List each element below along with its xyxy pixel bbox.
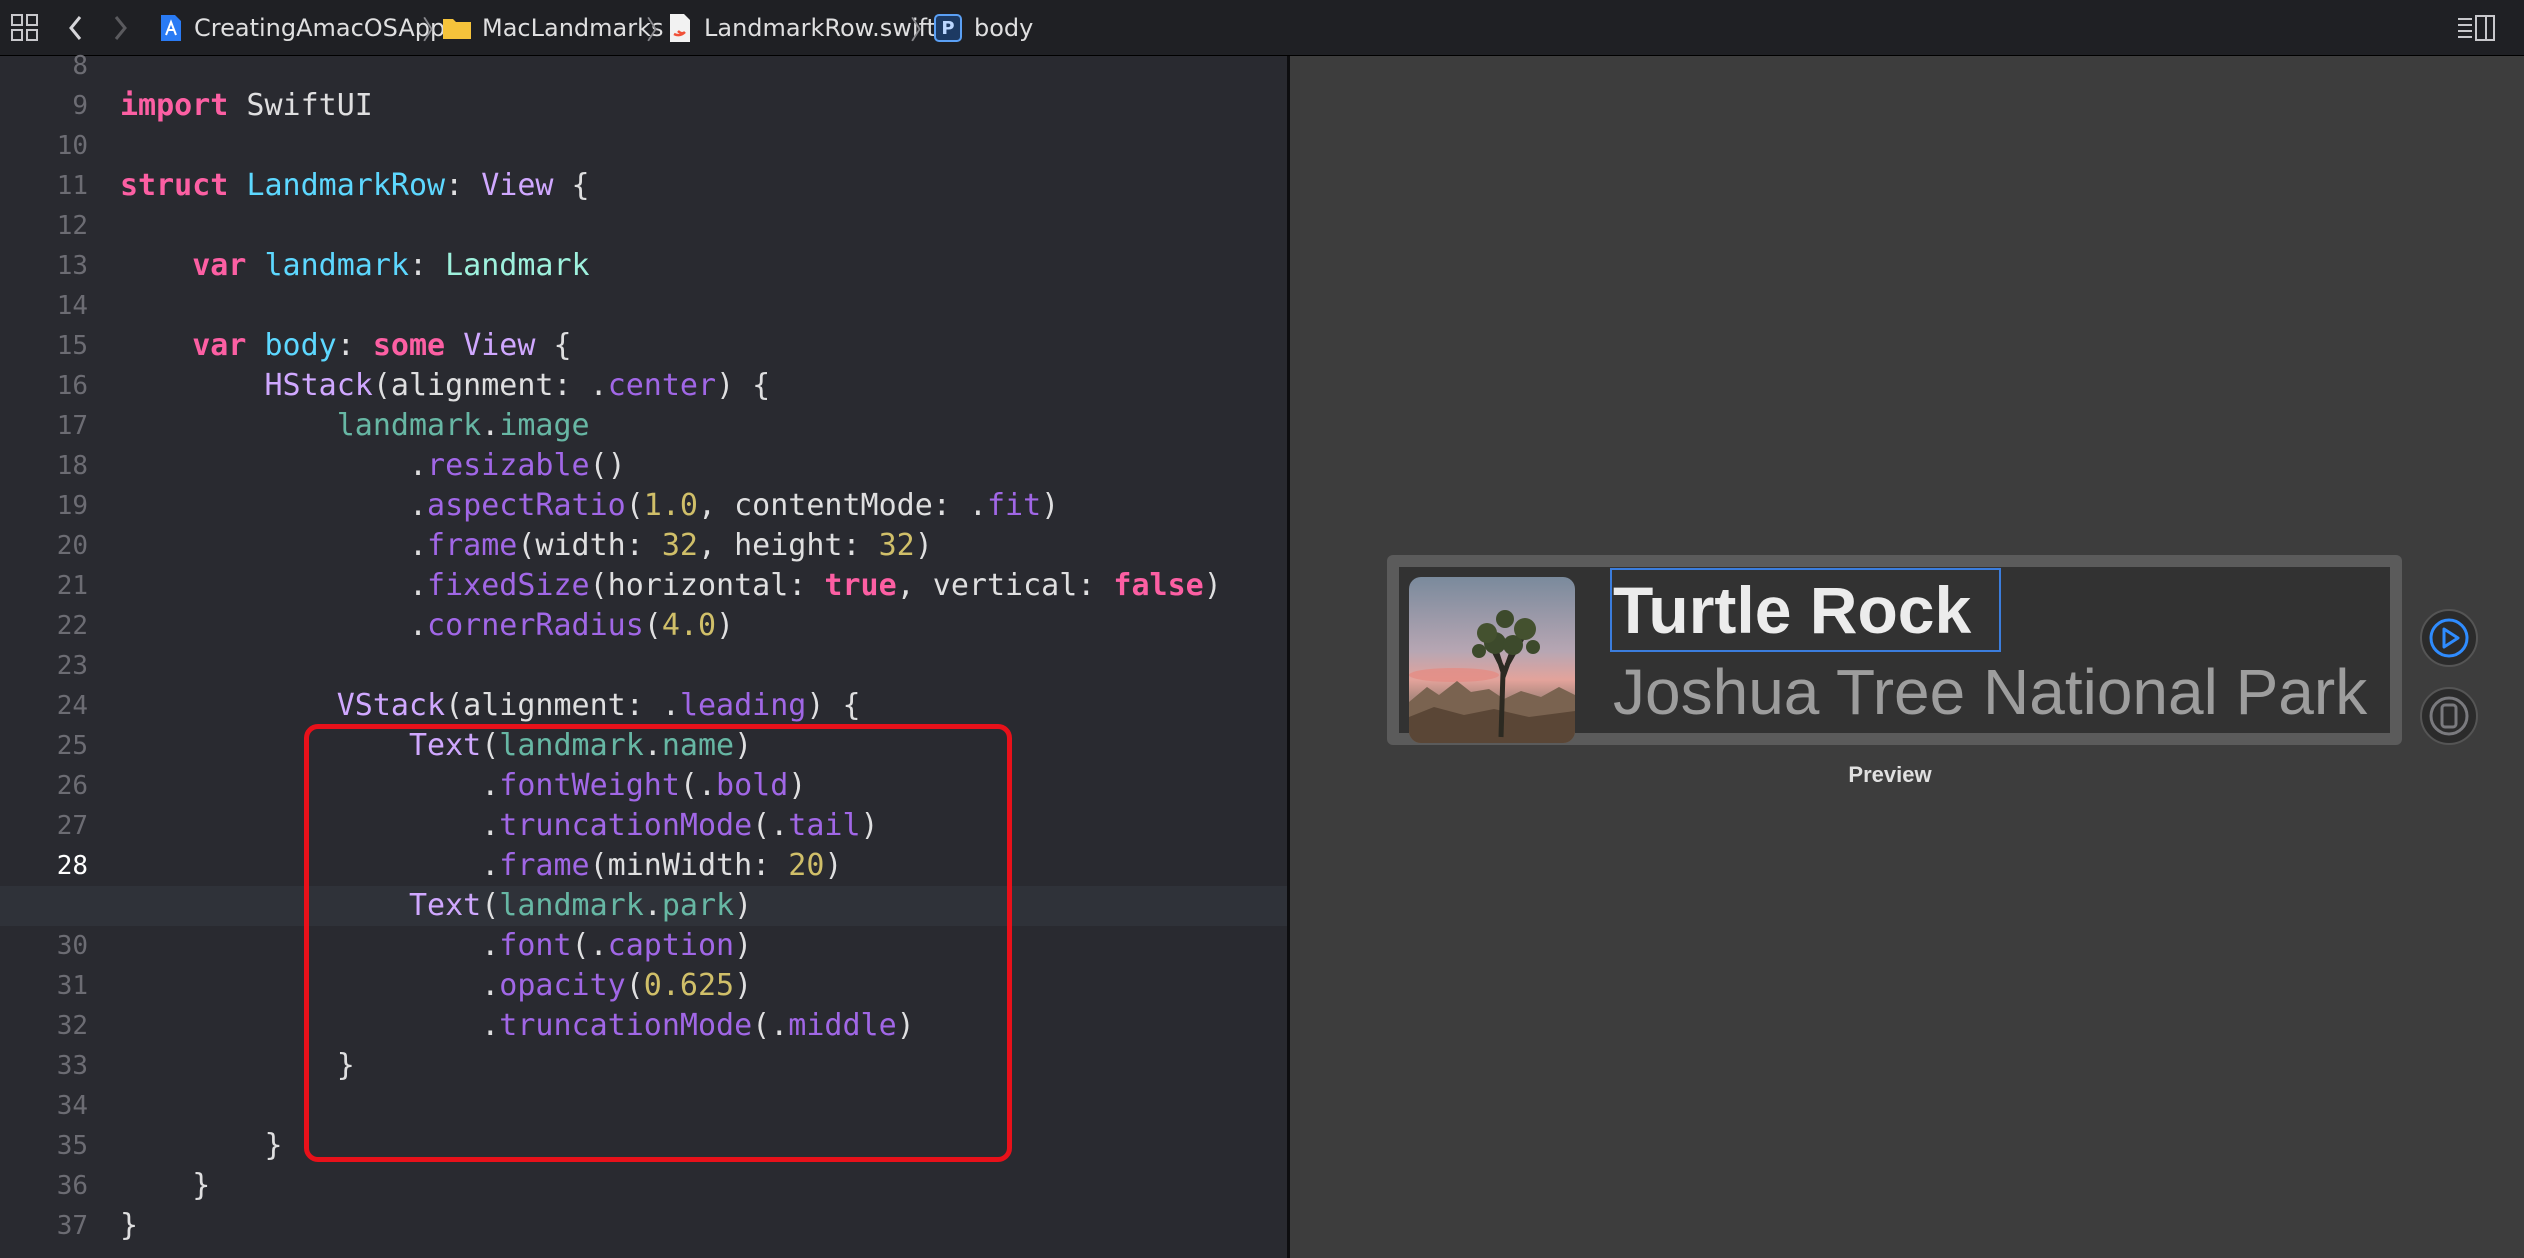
code-line[interactable]: } [120,1206,138,1246]
line-number: 17 [56,411,88,441]
breadcrumb-symbol[interactable]: P body [934,0,1033,56]
line-number: 21 [56,571,88,601]
line-number: 27 [56,811,88,841]
line-number: 34 [56,1091,88,1121]
code-line[interactable]: .cornerRadius(4.0) [120,606,734,646]
code-line[interactable]: struct LandmarkRow: View { [120,166,590,206]
line-number: 11 [56,171,88,201]
code-line[interactable]: HStack(alignment: .center) { [120,366,771,406]
jump-bar: CreatingAmacOSApp 〉 MacLandmarks 〉 Landm… [0,0,2524,56]
property-badge-letter: P [941,17,955,39]
code-line[interactable]: .aspectRatio(1.0, contentMode: .fit) [120,486,1059,526]
code-line[interactable]: import SwiftUI [120,86,373,126]
line-number: 8 [72,51,88,81]
code-editor[interactable]: 8 9 10 11 12 13 14 15 16 17 18 19 20 21 22 23 24 25 26 27 28… [0,51,1287,1258]
line-number: 20 [56,531,88,561]
highlight-box [304,724,1012,1162]
line-number: 26 [56,771,88,801]
live-preview-play-icon [2428,617,2470,659]
line-number: 15 [56,331,88,361]
code-line[interactable]: } [120,1126,282,1166]
line-number: 19 [56,491,88,521]
device-preview-button[interactable] [2420,687,2478,745]
line-number: 18 [56,451,88,481]
line-number: 22 [56,611,88,641]
line-number: 24 [56,691,88,721]
code-line[interactable]: } [120,1166,210,1206]
code-line[interactable]: VStack(alignment: .leading) { [120,686,861,726]
line-number: 36 [56,1171,88,1201]
preview-park-name[interactable]: Joshua Tree National Park [1613,652,2367,732]
device-preview-icon [2428,695,2470,737]
line-number: 9 [72,91,88,121]
line-number: 33 [56,1051,88,1081]
line-number: 37 [56,1211,88,1241]
preview-caption: Preview [1848,762,1932,787]
line-number: 25 [56,731,88,761]
line-number: 23 [56,651,88,681]
line-number: 12 [56,211,88,241]
line-number: 32 [56,1011,88,1041]
code-line[interactable]: landmark.image [120,406,590,446]
breadcrumb-project-label: CreatingAmacOSApp [194,14,446,42]
swift-file-icon [668,13,692,43]
line-number: 30 [56,931,88,961]
live-preview-button[interactable] [2420,609,2478,667]
property-badge-icon: P [934,14,962,42]
breadcrumb-folder-label: MacLandmarks [482,14,664,42]
xcode-project-icon [158,13,184,43]
folder-icon [442,15,472,41]
breadcrumb-separator: 〉 [910,15,937,46]
landmark-thumbnail-image [1409,577,1575,743]
line-number: 13 [56,251,88,281]
line-number: 31 [56,971,88,1001]
line-number: 16 [56,371,88,401]
line-number: 35 [56,1131,88,1161]
code-line[interactable]: .frame(width: 32, height: 32) [120,526,933,566]
inspector-toggle-icon[interactable] [2456,0,2496,56]
line-number: 28 [56,851,88,881]
code-line[interactable]: .resizable() [120,446,626,486]
breadcrumb-folder[interactable]: MacLandmarks [442,0,664,56]
line-number: 14 [56,291,88,321]
preview-selection-outline [1610,568,2001,652]
breadcrumb-symbol-label: body [974,14,1034,42]
code-line[interactable]: var body: some View { [120,326,571,366]
code-line[interactable]: var landmark: Landmark [120,246,589,286]
forward-chevron-icon[interactable] [110,0,130,56]
breadcrumb-project[interactable]: CreatingAmacOSApp [158,0,445,56]
breadcrumb-file[interactable]: LandmarkRow.swift [668,0,936,56]
code-line[interactable]: .fixedSize(horizontal: true, vertical: f… [120,566,1222,606]
line-number: 10 [56,131,88,161]
breadcrumb-file-label: LandmarkRow.swift [704,14,936,42]
